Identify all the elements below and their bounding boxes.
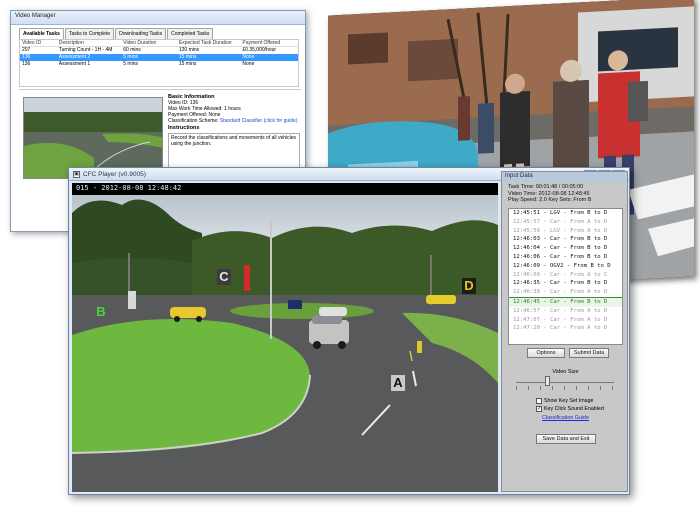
tab-completed-tasks[interactable]: Completed Tasks (167, 28, 214, 39)
column-header[interactable]: Expected Task Duration (179, 40, 243, 46)
checkbox-unchecked-icon[interactable] (536, 398, 542, 404)
table-cell: 136 (22, 61, 31, 67)
window-title: CFC Player (v0.9005) (83, 171, 146, 178)
junction-marker-b: B (96, 304, 106, 319)
table-cell: 207 (22, 47, 31, 53)
key-click-sound-label: Key Click Sound Enabled (544, 406, 604, 412)
scheme-guide-link[interactable]: Standard Classifier (click for guide) (220, 118, 298, 124)
session-info: Task Time: 00:01:48 / 00:05:00 Video Tim… (502, 182, 627, 206)
table-cell: 5 mins (123, 54, 138, 60)
classification-guide-link[interactable]: Classification Guide (502, 415, 629, 421)
table-cell: None (242, 54, 255, 60)
column-header[interactable]: Payment Offered (242, 40, 298, 46)
table-cell: None (242, 61, 255, 67)
table-cell: 136 (22, 54, 31, 60)
video-viewport[interactable]: 015 - 2012-08-08 12:48:42 A B C D (72, 183, 498, 492)
roundabout-video-frame (72, 183, 498, 492)
task-table: Video ID Description Video Duration Expe… (19, 39, 299, 87)
table-cell: 60 mins (123, 47, 141, 53)
input-data-panel: Input Data Task Time: 00:01:48 / 00:05:0… (501, 171, 628, 492)
junction-marker-c: C (217, 269, 231, 285)
instructions-heading: Instructions (168, 125, 200, 131)
show-key-set-label: Show Key Set Image (544, 398, 594, 404)
tab-available-tasks[interactable]: Available Tasks (19, 28, 64, 39)
list-item[interactable]: 12:47:07 - Car - From A to D (509, 316, 622, 325)
junction-marker-d: D (462, 278, 476, 294)
tab-tasks-to-complete[interactable]: Tasks to Complete (64, 28, 115, 39)
checkbox-checked-icon[interactable]: ✓ (536, 406, 542, 412)
column-header[interactable]: Video Duration (123, 40, 179, 46)
list-item[interactable]: 12:45:59 - LGV - From A to D (509, 227, 622, 236)
table-cell: Turning Count - 1H - 4M (58, 47, 113, 53)
table-cell: Assessment 1 (58, 61, 91, 67)
cfc-player-window: ▣ CFC Player (v0.9005) – □ ✕ (68, 167, 630, 495)
table-header: Video ID Description Video Duration Expe… (20, 40, 298, 47)
save-and-exit-button[interactable]: Save Data and Exit (536, 434, 596, 444)
key-click-sound-checkbox[interactable]: ✓ Key Click Sound Enabled (536, 406, 604, 412)
table-row-selected[interactable]: 136 Assessment 2 5 mins 15 mins None (20, 54, 298, 61)
list-item-selected[interactable]: 12:46:45 - Car - From B to D (509, 296, 622, 307)
scheme-label: Classification Scheme: (168, 118, 219, 124)
table-row[interactable]: 136 Assessment 1 5 mins 15 mins None (20, 61, 298, 68)
column-header[interactable]: Description (59, 40, 124, 46)
junction-marker-a: A (391, 375, 405, 391)
app-icon: ▣ (73, 171, 80, 178)
video-size-slider-track[interactable] (516, 382, 614, 383)
submit-data-button[interactable]: Submit Data (569, 348, 609, 358)
list-item[interactable]: 12:45:51 - LGV - From B to D (509, 209, 622, 218)
list-item[interactable]: 12:46:04 - Car - From B to D (509, 244, 622, 253)
play-speed: Play Speed: 2.0 Key Sets: From B (508, 197, 592, 203)
list-item[interactable]: 12:45:57 - Car - From A to D (509, 218, 622, 227)
tab-downloading-tasks[interactable]: Downloading Tasks (115, 28, 167, 39)
table-cell: 15 mins (178, 61, 197, 67)
video-manager-title: Video Manager (11, 11, 305, 25)
classification-list[interactable]: 12:45:51 - LGV - From B to D 12:45:57 - C… (508, 208, 623, 345)
list-item[interactable]: 12:46:57 - Car - From A to D (509, 307, 622, 316)
video-size-slider-thumb[interactable] (545, 376, 551, 386)
column-header[interactable]: Video ID (22, 40, 59, 46)
list-item[interactable]: 12:46:38 - Car - From A to D (509, 288, 622, 297)
video-timestamp-overlay: 015 - 2012-08-08 12:48:42 (76, 184, 182, 192)
list-item[interactable]: 12:46:03 - Car - From B to D (509, 235, 622, 244)
options-button[interactable]: Options (527, 348, 565, 358)
list-item[interactable]: 12:46:06 - Car - From B to D (509, 253, 622, 262)
video-size-slider-ticks (516, 386, 614, 390)
list-item[interactable]: 12:46:09 - Car - From A to C (509, 271, 622, 280)
table-cell: 5 mins (123, 61, 138, 67)
list-item[interactable]: 12:46:09 - OGV2 - From B to D (509, 262, 622, 271)
classification-scheme-line: Classification Scheme: Standard Classifi… (168, 118, 300, 124)
table-row[interactable]: 207 Turning Count - 1H - 4M 60 mins 120 … (20, 47, 298, 54)
list-item[interactable]: 12:47:20 - Car - From A to D (509, 324, 622, 333)
table-cell: £0.35,000/hour (242, 47, 277, 53)
video-manager-tabs: Available Tasks Tasks to Complete Downlo… (19, 28, 214, 39)
table-cell: 15 mins (178, 54, 197, 60)
list-item[interactable]: 12:46:35 - Car - From B to D (509, 279, 622, 288)
task-info-panel: Basic Information Video ID: 136 Max Work… (168, 93, 300, 175)
video-size-label: Video Size (552, 369, 579, 375)
show-key-set-checkbox[interactable]: Show Key Set Image (536, 398, 593, 404)
input-data-title: Input Data (502, 172, 627, 182)
table-cell: Assessment 2 (58, 54, 91, 60)
table-cell: 120 mins (178, 47, 200, 53)
